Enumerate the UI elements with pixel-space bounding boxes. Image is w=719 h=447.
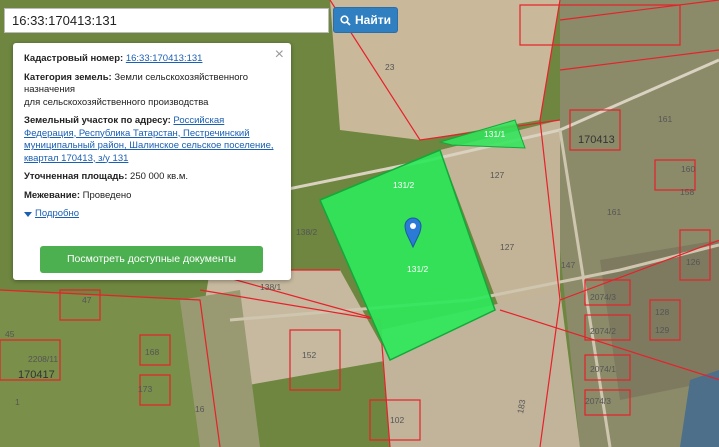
- address-link[interactable]: Российская: [173, 115, 224, 126]
- category-label: Категория земель:: [24, 71, 112, 83]
- parcel-label: 138/2: [296, 227, 318, 237]
- parcel-label: 158: [680, 187, 694, 197]
- parcel-label: 161: [607, 207, 621, 217]
- search-button-label: Найти: [355, 13, 391, 27]
- survey-label: Межевание:: [24, 189, 80, 201]
- cadastral-number-link[interactable]: 16:33:170413:131: [126, 53, 203, 64]
- category-value: для сельскохозяйственного производства: [24, 96, 209, 108]
- parcel-label: 47: [82, 295, 92, 305]
- address-row: Земельный участок по адресу: Российская …: [24, 115, 280, 165]
- address-link[interactable]: муниципальный район, Шалинское сельское …: [24, 140, 274, 151]
- parcel-label: 160: [681, 164, 695, 174]
- parcel-label: 131/1: [484, 129, 506, 139]
- parcel-label: 127: [500, 242, 514, 252]
- address-link[interactable]: Федерация, Республика Татарстан, Пестреч…: [24, 128, 250, 139]
- category-value: Земли сельскохозяйственного: [114, 71, 249, 83]
- parcel-label: 161: [658, 114, 672, 124]
- parcel-label: 126: [686, 257, 700, 267]
- search-input[interactable]: [12, 13, 328, 28]
- address-link[interactable]: квартал 170413, з/у 131: [24, 153, 128, 164]
- search-icon: [340, 14, 351, 26]
- cadastral-number-row: Кадастровый номер: 16:33:170413:131: [24, 53, 280, 66]
- details-toggle[interactable]: Подробно: [24, 208, 280, 221]
- parcel-label: 2074/3: [585, 396, 611, 406]
- area-label: Уточненная площадь:: [24, 171, 128, 182]
- parcel-label: 2074/3: [590, 292, 616, 302]
- parcel-label: 23: [385, 62, 395, 72]
- parcel-label: 2074/1: [590, 364, 616, 374]
- parcel-label: 173: [138, 384, 152, 394]
- parcel-label: 129: [655, 325, 669, 335]
- quarter-label: 170417: [18, 369, 55, 381]
- category-value: назначения: [24, 84, 76, 95]
- category-row: Категория земель: Земли сельскохозяйстве…: [24, 72, 280, 110]
- parcel-label: 1: [15, 397, 20, 407]
- cadastral-label: Кадастровый номер:: [24, 53, 124, 64]
- area-value: 250 000 кв.м.: [130, 171, 189, 182]
- chevron-down-icon: [24, 211, 32, 217]
- parcel-label: 168: [145, 347, 159, 357]
- parcel-label: 138/1: [260, 282, 282, 292]
- close-icon[interactable]: ×: [275, 47, 284, 63]
- parcel-label: 45: [5, 329, 15, 339]
- parcel-label: 102: [390, 415, 404, 425]
- address-label: Земельный участок по адресу:: [24, 115, 171, 126]
- search-box[interactable]: [4, 8, 329, 33]
- survey-row: Межевание: Проведено: [24, 190, 280, 203]
- parcel-label: 131/2: [393, 180, 415, 190]
- parcel-label: 2208/11: [28, 354, 58, 364]
- parcel-label: 131/2: [407, 264, 429, 274]
- parcel-info-popup: × Кадастровый номер: 16:33:170413:131 Ка…: [13, 43, 291, 280]
- parcel-label: 2074/2: [590, 326, 616, 336]
- area-row: Уточненная площадь: 250 000 кв.м.: [24, 171, 280, 184]
- parcel-label: 127: [490, 170, 504, 180]
- details-link[interactable]: Подробно: [35, 208, 79, 221]
- view-documents-button[interactable]: Посмотреть доступные документы: [40, 246, 263, 273]
- parcel-label: 152: [302, 350, 316, 360]
- parcel-label: 128: [655, 307, 669, 317]
- parcel-label: 16: [195, 404, 205, 414]
- quarter-label: 170413: [578, 134, 615, 146]
- survey-value: Проведено: [82, 189, 132, 201]
- search-button[interactable]: Найти: [333, 7, 398, 33]
- parcel-label: 147: [561, 260, 575, 270]
